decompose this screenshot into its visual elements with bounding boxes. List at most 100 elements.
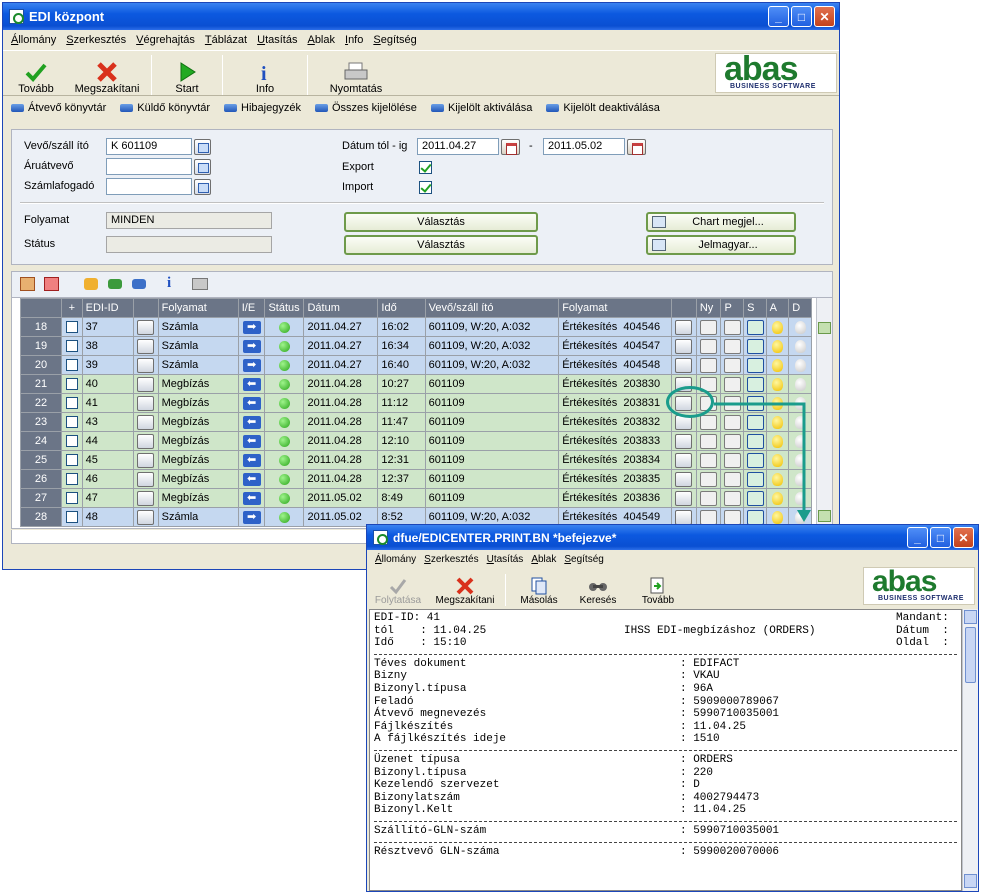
- close-button[interactable]: ✕: [814, 6, 835, 27]
- col-pick2[interactable]: [671, 298, 697, 318]
- open-process-icon[interactable]: [675, 471, 693, 487]
- row-detail-icon[interactable]: [136, 490, 154, 506]
- aruatvevo-picker-button[interactable]: [194, 159, 211, 175]
- menu-szerkesztes[interactable]: Szerkesztés: [66, 34, 126, 46]
- valasztas-status-button[interactable]: Választás: [344, 235, 538, 255]
- grid-copy-icon[interactable]: [108, 279, 122, 289]
- print-row-icon[interactable]: [699, 338, 717, 354]
- grid-print-icon[interactable]: [192, 278, 208, 290]
- megszakitani-button[interactable]: Megszakítani: [69, 53, 145, 95]
- szamlafogado-input[interactable]: [106, 178, 192, 195]
- col-s[interactable]: S: [743, 298, 767, 318]
- col-edi-id[interactable]: EDI-ID: [81, 298, 134, 318]
- col-ie[interactable]: I/E: [237, 298, 266, 318]
- activate-bulb-icon[interactable]: [771, 339, 783, 353]
- start-button[interactable]: Start: [158, 53, 216, 95]
- row-number[interactable]: 28: [19, 507, 63, 527]
- main-titlebar[interactable]: EDI központ _ □ ✕: [3, 3, 839, 30]
- menu-utasitas[interactable]: Utasítás: [487, 554, 524, 565]
- table-row[interactable]: 27 47 Megbízás ⬅ 2011.05.02 8:49 601109 Értékes…: [19, 488, 812, 508]
- protocol-icon[interactable]: [724, 338, 742, 354]
- menu-allomany[interactable]: Állomány: [11, 34, 56, 46]
- col-a[interactable]: A: [765, 298, 790, 318]
- table-row[interactable]: 20 39 Számla ➡ 2011.04.27 16:40 601109, W:20, …: [19, 355, 812, 375]
- export-checkbox[interactable]: [419, 161, 432, 174]
- vevo-input[interactable]: K 601109: [106, 138, 192, 155]
- datum-from-input[interactable]: 2011.04.27: [417, 138, 499, 155]
- table-row[interactable]: 18 37 Számla ➡ 2011.04.27 16:02 601109, W:20, …: [19, 317, 812, 337]
- table-row[interactable]: 26 46 Megbízás ⬅ 2011.04.28 12:37 601109 Értéke…: [19, 469, 812, 489]
- row-checkbox[interactable]: [65, 359, 78, 372]
- row-detail-icon[interactable]: [136, 509, 154, 525]
- grid-move-icon[interactable]: [84, 278, 98, 290]
- row-checkbox[interactable]: [65, 340, 78, 353]
- row-number[interactable]: 18: [19, 317, 63, 337]
- row-detail-icon[interactable]: [136, 452, 154, 468]
- link-hibajegyzek[interactable]: Hibajegyzék: [224, 102, 301, 114]
- row-detail-icon[interactable]: [136, 471, 154, 487]
- info-button[interactable]: i Info: [229, 53, 301, 95]
- protocol-icon[interactable]: [724, 319, 742, 335]
- edit-icon[interactable]: [747, 338, 765, 354]
- row-checkbox[interactable]: [65, 511, 78, 524]
- link-kuldo-konyvtar[interactable]: Küldő könyvtár: [120, 102, 210, 114]
- scroll-up-icon[interactable]: [964, 610, 977, 624]
- row-detail-icon[interactable]: [136, 414, 154, 430]
- row-detail-icon[interactable]: [136, 357, 154, 373]
- grid-delete-icon[interactable]: [44, 277, 59, 291]
- row-detail-icon[interactable]: [136, 338, 154, 354]
- row-checkbox[interactable]: [65, 378, 78, 391]
- col-ny[interactable]: Ny: [695, 298, 722, 318]
- scroll-down-icon[interactable]: [964, 874, 977, 888]
- row-checkbox[interactable]: [65, 454, 78, 467]
- folytatasa-button[interactable]: Folytatása: [367, 572, 429, 606]
- menu-ablak[interactable]: Ablak: [531, 554, 556, 565]
- menu-ablak[interactable]: Ablak: [307, 34, 335, 46]
- row-number[interactable]: 24: [19, 431, 63, 451]
- deactivate-bulb-icon[interactable]: [794, 339, 806, 353]
- link-osszes-kijelolese[interactable]: Összes kijelölése: [314, 102, 417, 114]
- edit-icon[interactable]: [747, 319, 765, 335]
- vevo-picker-button[interactable]: [194, 139, 211, 155]
- deactivate-bulb-icon[interactable]: [794, 358, 806, 372]
- row-number[interactable]: 21: [19, 374, 63, 394]
- open-process-icon[interactable]: [675, 319, 693, 335]
- row-detail-icon[interactable]: [136, 433, 154, 449]
- link-kijelolt-deaktivalasa[interactable]: Kijelölt deaktiválása: [546, 102, 660, 114]
- open-process-icon[interactable]: [675, 357, 693, 373]
- scroll-down-icon[interactable]: [818, 510, 831, 522]
- menu-segitseg[interactable]: Segítség: [564, 554, 603, 565]
- col-rownum[interactable]: [19, 298, 63, 318]
- table-row[interactable]: 25 45 Megbízás ⬅ 2011.04.28 12:31 601109 Értéke…: [19, 450, 812, 470]
- row-number[interactable]: 27: [19, 488, 63, 508]
- link-atvevo-konyvtar[interactable]: Átvevő könyvtár: [11, 102, 106, 114]
- row-detail-icon[interactable]: [136, 376, 154, 392]
- grid-scrollbar[interactable]: [816, 298, 832, 528]
- tovabb-button[interactable]: Tovább: [628, 572, 688, 606]
- kereses-button[interactable]: Keresés: [568, 572, 628, 606]
- menu-tablazat[interactable]: Táblázat: [205, 34, 247, 46]
- row-checkbox[interactable]: [65, 416, 78, 429]
- row-checkbox[interactable]: [65, 397, 78, 410]
- open-process-icon[interactable]: [675, 490, 693, 506]
- col-ido[interactable]: Idő: [377, 298, 426, 318]
- valasztas-folyamat-button[interactable]: Választás: [344, 212, 538, 232]
- megszakitani-button[interactable]: Megszakítani: [429, 572, 501, 606]
- import-checkbox[interactable]: [419, 181, 432, 194]
- nyomtatas-button[interactable]: Nyomtatás: [314, 53, 398, 95]
- deactivate-bulb-icon[interactable]: [794, 320, 806, 334]
- minimize-button[interactable]: _: [907, 527, 928, 548]
- menu-segitseg[interactable]: Segítség: [373, 34, 416, 46]
- row-number[interactable]: 22: [19, 393, 63, 413]
- print-row-icon[interactable]: [699, 319, 717, 335]
- jelmagyar-button[interactable]: Jelmagyar...: [646, 235, 796, 255]
- print-titlebar[interactable]: dfue/EDICENTER.PRINT.BN *befejezve* _ □ …: [367, 525, 978, 550]
- print-row-icon[interactable]: [699, 357, 717, 373]
- open-process-icon[interactable]: [675, 433, 693, 449]
- menu-info[interactable]: Info: [345, 34, 363, 46]
- grid-info-icon[interactable]: i: [167, 275, 171, 292]
- col-pick[interactable]: [132, 298, 159, 318]
- activate-bulb-icon[interactable]: [771, 377, 783, 391]
- calendar-icon[interactable]: [501, 139, 520, 155]
- menu-allomany[interactable]: Állomány: [375, 554, 416, 565]
